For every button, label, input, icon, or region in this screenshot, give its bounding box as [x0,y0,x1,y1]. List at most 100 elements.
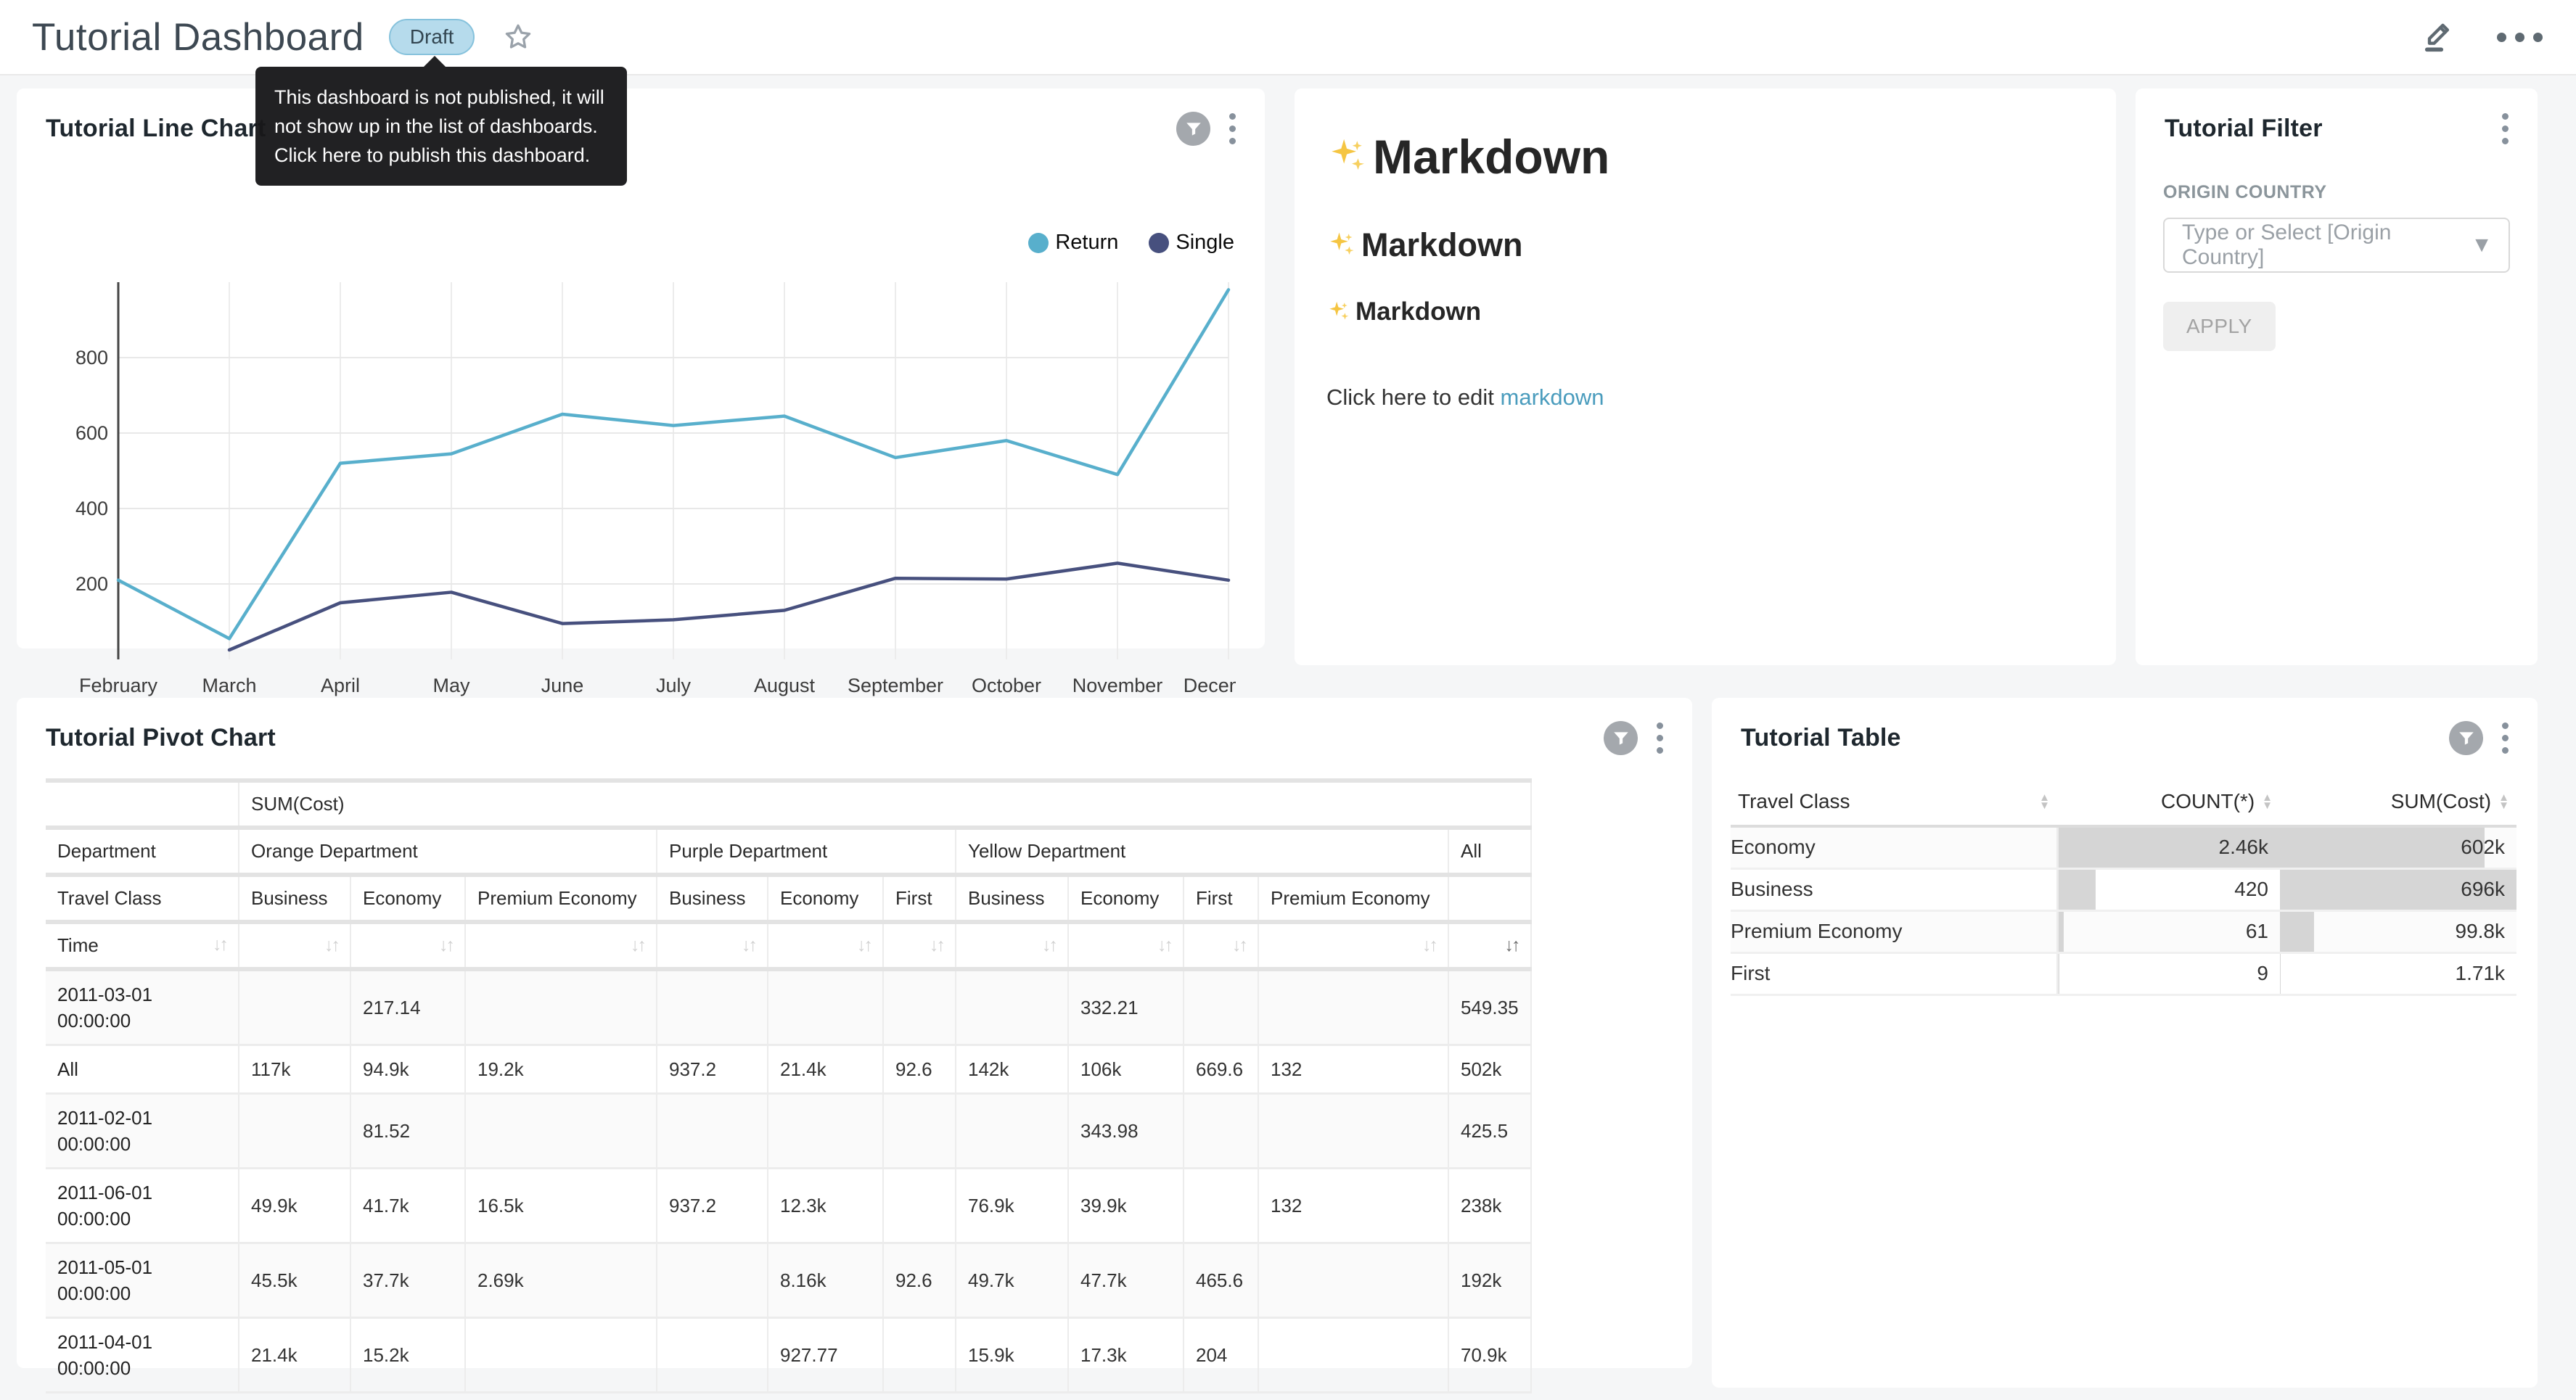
sort-icon[interactable]: ↓↑ [1505,935,1519,956]
chart-menu-icon[interactable] [1225,110,1240,147]
legend-item-single[interactable]: Single [1149,231,1234,255]
sort-icon[interactable]: ↓↑ [1232,935,1246,956]
legend-item-return[interactable]: Return [1028,231,1118,255]
markdown-edit-link[interactable]: markdown [1501,384,1604,410]
cross-filter-icon[interactable] [1176,112,1210,146]
sort-icon[interactable]: ↓↑ [742,935,755,956]
travel-class-cell: Premium Economy [1731,910,2057,952]
x-axis-tick-label: July [656,675,692,696]
pivot-sort-cell: ↓↑ [1448,922,1531,969]
pivot-cell: 47.7k [1068,1243,1184,1318]
sparkles-icon [1326,300,1351,324]
y-axis-tick-label: 800 [75,347,108,368]
table-column-header[interactable]: COUNT(*)▲▼ [2057,778,2280,826]
pivot-sort-cell: ↓↑ [350,922,465,969]
table-column-header[interactable]: Travel Class▲▼ [1731,778,2057,826]
pivot-cell [956,1094,1068,1169]
pivot-cell: 49.9k [239,1169,350,1243]
pivot-class-header[interactable] [1448,875,1531,922]
legend-label: Return [1055,231,1118,255]
pivot-class-header[interactable]: Premium Economy [1258,875,1448,922]
pivot-sort-cell: ↓↑ [239,922,350,969]
cross-filter-icon[interactable] [1604,721,1638,755]
row-label-line: 00:00:00 [57,1008,226,1034]
pivot-cell: 343.98 [1068,1094,1184,1169]
origin-country-select[interactable]: Type or Select [Origin Country] ▼ [2163,218,2510,273]
chevron-down-icon: ▼ [2471,233,2493,258]
sort-icon[interactable]: ↓↑ [324,935,338,956]
pivot-cell: 132 [1258,1169,1448,1243]
pivot-class-header[interactable]: Business [956,875,1068,922]
pivot-cell: 465.6 [1184,1243,1258,1318]
table-column-header[interactable]: SUM(Cost)▲▼ [2280,778,2516,826]
table-row[interactable]: Business420696k [1731,868,2516,910]
pivot-class-header[interactable]: Business [239,875,350,922]
markdown-heading-2: Markdown [1326,226,2084,264]
count-cell: 420 [2057,868,2280,910]
sort-icon[interactable]: ↓↑ [1157,935,1171,956]
sort-icon[interactable]: ↓↑ [213,934,226,955]
row-label-line: 2011-03-01 [57,981,226,1008]
cell-value: 61 [2059,920,2281,943]
favorite-star-icon[interactable] [502,21,534,53]
table-row[interactable]: First91.71k [1731,952,2516,995]
pivot-row-label: 2011-02-0100:00:00 [46,1094,239,1169]
pivot-row-label: 2011-04-0100:00:00 [46,1318,239,1393]
dashboard-page: Tutorial Dashboard Draft This dashboard … [0,0,2576,1400]
sort-icon[interactable]: ▲▼ [2039,794,2050,810]
pivot-class-header[interactable]: Economy [350,875,465,922]
sort-icon[interactable]: ↓↑ [631,935,644,956]
table-row[interactable]: Economy2.46k602k [1731,826,2516,868]
pivot-department-header[interactable]: Yellow Department [956,828,1448,875]
pivot-cell [883,1318,956,1393]
filter-card-title: Tutorial Filter [2165,115,2323,143]
pivot-class-header[interactable]: Economy [768,875,883,922]
pivot-cell: 17.3k [1068,1318,1184,1393]
pivot-cell [657,1094,768,1169]
pivot-class-header[interactable]: Economy [1068,875,1184,922]
pivot-cell: 192k [1448,1243,1531,1318]
cross-filter-icon[interactable] [2449,721,2483,755]
pivot-cell: 15.9k [956,1318,1068,1393]
pivot-cell: 81.52 [350,1094,465,1169]
row-label-line: 00:00:00 [57,1206,226,1232]
pivot-cell [1258,969,1448,1045]
chart-menu-icon[interactable] [2498,720,2513,757]
sort-icon[interactable]: ↓↑ [930,935,943,956]
sort-icon[interactable]: ↓↑ [1042,935,1056,956]
pivot-class-header[interactable]: Premium Economy [465,875,657,922]
pivot-class-header[interactable]: First [1184,875,1258,922]
pivot-cell: 332.21 [1068,969,1184,1045]
sort-icon[interactable]: ▲▼ [2262,794,2273,810]
more-actions-icon[interactable] [2497,33,2543,42]
pivot-metric-header[interactable]: SUM(Cost) [239,781,1531,828]
sort-icon[interactable]: ▲▼ [2498,794,2509,810]
table-row[interactable]: Premium Economy6199.8k [1731,910,2516,952]
pivot-department-header[interactable]: Purple Department [657,828,956,875]
edit-pencil-icon[interactable] [2420,18,2458,56]
pivot-cell: 21.4k [239,1318,350,1393]
pivot-class-header[interactable]: Business [657,875,768,922]
pivot-cell: 238k [1448,1169,1531,1243]
pivot-department-header[interactable]: Orange Department [239,828,657,875]
pivot-sort-cell: ↓↑ [657,922,768,969]
sort-icon[interactable]: ↓↑ [857,935,871,956]
apply-button[interactable]: APPLY [2163,302,2276,351]
pivot-cell: 94.9k [350,1045,465,1094]
sort-icon[interactable]: ↓↑ [439,935,453,956]
pivot-sort-cell: ↓↑ [465,922,657,969]
pivot-row: 2011-02-0100:00:0081.52343.98425.5 [46,1094,1531,1169]
pivot-cell [883,1169,956,1243]
sort-icon[interactable]: ↓↑ [1422,935,1436,956]
pivot-class-header[interactable]: First [883,875,956,922]
pivot-department-header[interactable]: All [1448,828,1531,875]
legend-dot-icon [1028,233,1049,253]
filter-menu-icon[interactable] [2498,110,2513,147]
x-axis-tick-label: November [1072,675,1163,696]
pivot-cell [465,1318,657,1393]
chart-menu-icon[interactable] [1652,720,1668,757]
select-placeholder: Type or Select [Origin Country] [2182,221,2471,270]
header-flex: Travel Class▲▼ [1738,790,2050,813]
pivot-cell: 16.5k [465,1169,657,1243]
draft-status-badge[interactable]: Draft [389,19,475,55]
